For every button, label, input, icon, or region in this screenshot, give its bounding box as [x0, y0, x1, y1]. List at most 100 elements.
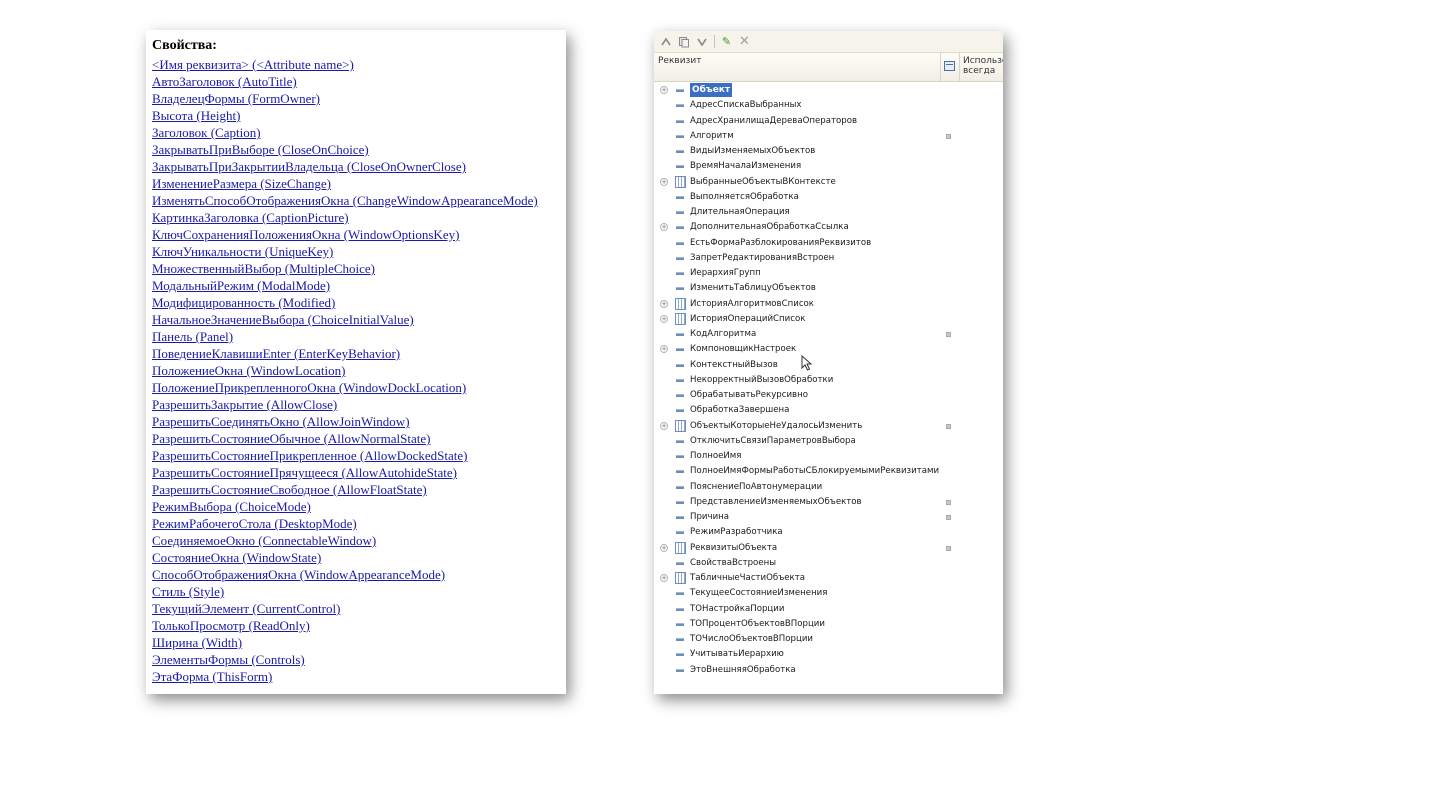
tree-row[interactable]: ПояснениеПоАвтонумерации: [654, 480, 1003, 495]
tree-row[interactable]: ЕстьФормаРазблокированияРеквизитов: [654, 236, 1003, 251]
property-link[interactable]: ВладелецФормы (FormOwner): [152, 91, 320, 106]
property-link[interactable]: РежимРабочегоСтола (DesktopMode): [152, 516, 357, 531]
property-link[interactable]: МножественныйВыбор (MultipleChoice): [152, 261, 375, 276]
property-link[interactable]: ТолькоПросмотр (ReadOnly): [152, 618, 310, 633]
property-link[interactable]: ПоведениеКлавишиEnter (EnterKeyBehavior): [152, 346, 400, 361]
property-link[interactable]: РежимВыбора (ChoiceMode): [152, 499, 311, 514]
property-link[interactable]: СоединяемоеОкно (ConnectableWindow): [152, 533, 376, 548]
tree-row[interactable]: + КомпоновщикНастроек: [654, 342, 1003, 357]
property-link[interactable]: РазрешитьСоединятьОкно (AllowJoinWindow): [152, 414, 410, 429]
tree-row[interactable]: ТекущееСостояниеИзменения: [654, 586, 1003, 601]
delete-icon[interactable]: ✕: [736, 33, 753, 50]
tree-row[interactable]: ЗапретРедактированияВстроен: [654, 251, 1003, 266]
tree-row[interactable]: ОбрабатыватьРекурсивно: [654, 388, 1003, 403]
tree-row[interactable]: Причина: [654, 510, 1003, 525]
property-link[interactable]: РазрешитьЗакрытие (AllowClose): [152, 397, 337, 412]
property-link[interactable]: Стиль (Style): [152, 584, 224, 599]
property-link[interactable]: СостояниеОкна (WindowState): [152, 550, 321, 565]
expand-icon[interactable]: +: [660, 345, 668, 354]
column-separator[interactable]: [940, 53, 941, 81]
property-link[interactable]: Заголовок (Caption): [152, 125, 261, 140]
copy-icon[interactable]: [675, 33, 692, 50]
property-link[interactable]: АвтоЗаголовок (AutoTitle): [152, 74, 297, 89]
property-link[interactable]: Высота (Height): [152, 108, 240, 123]
property-link[interactable]: КлючСохраненияПоложенияОкна (WindowOptio…: [152, 227, 459, 242]
property-link[interactable]: Модифицированность (Modified): [152, 295, 335, 310]
tree-row[interactable]: КодАлгоритма: [654, 327, 1003, 342]
property-link[interactable]: ТекущийЭлемент (CurrentControl): [152, 601, 340, 616]
property-link[interactable]: КартинкаЗаголовка (CaptionPicture): [152, 210, 349, 225]
tree-row[interactable]: + ДополнительнаяОбработкаСсылка: [654, 220, 1003, 235]
expand-icon[interactable]: +: [660, 574, 668, 582]
property-link[interactable]: НачальноеЗначениеВыбора (ChoiceInitialVa…: [152, 312, 414, 327]
tree-row[interactable]: ОбработкаЗавершена: [654, 403, 1003, 418]
property-link[interactable]: СпособОтображенияОкна (WindowAppearanceM…: [152, 567, 445, 582]
tree-row[interactable]: НекорректныйВызовОбработки: [654, 373, 1003, 388]
tree-row[interactable]: ТОПроцентОбъектовВПорции: [654, 617, 1003, 632]
tree-row[interactable]: ВремяНачалаИзменения: [654, 159, 1003, 174]
tree-row[interactable]: ВыполняетсяОбработка: [654, 190, 1003, 205]
tree-row[interactable]: ПредставлениеИзменяемыхОбъектов: [654, 495, 1003, 510]
tree-row[interactable]: + ВыбранныеОбъектыВКонтексте: [654, 175, 1003, 190]
property-link[interactable]: ПоложениеПрикрепленногоОкна (WindowDockL…: [152, 380, 466, 395]
tree-row[interactable]: + Объект: [654, 83, 1003, 98]
tree-row[interactable]: + РеквизитыОбъекта: [654, 541, 1003, 556]
expand-icon[interactable]: +: [660, 223, 668, 232]
use-always-checkbox[interactable]: [946, 499, 951, 505]
tree-row[interactable]: + ОбъектыКоторыеНеУдалосьИзменить: [654, 419, 1003, 434]
property-link[interactable]: ЗакрыватьПриЗакрытииВладельца (CloseOnOw…: [152, 159, 466, 174]
tree-row[interactable]: ТОНастройкаПорции: [654, 602, 1003, 617]
column-separator[interactable]: [959, 53, 960, 81]
use-always-checkbox[interactable]: [946, 545, 951, 551]
property-link[interactable]: ИзменениеРазмера (SizeChange): [152, 176, 331, 191]
tree-row[interactable]: ДлительнаяОперация: [654, 205, 1003, 220]
property-link[interactable]: ИзменятьСпособОтображенияОкна (ChangeWin…: [152, 193, 538, 208]
property-link[interactable]: Панель (Panel): [152, 329, 233, 344]
use-always-checkbox[interactable]: [946, 133, 951, 139]
move-down-icon[interactable]: [693, 33, 710, 50]
tree-row[interactable]: КонтекстныйВызов: [654, 358, 1003, 373]
expand-icon[interactable]: +: [660, 86, 668, 94]
tree-row[interactable]: + ИсторияОперацийСписок: [654, 312, 1003, 327]
tree-row[interactable]: ИерархияГрупп: [654, 266, 1003, 281]
tree-row[interactable]: ТОЧислоОбъектовВПорции: [654, 632, 1003, 647]
property-link[interactable]: РазрешитьСостояниеПрячущееся (AllowAutoh…: [152, 465, 457, 480]
expand-icon[interactable]: +: [660, 177, 668, 186]
use-always-checkbox[interactable]: [946, 332, 951, 337]
property-link[interactable]: ЗакрыватьПриВыборе (CloseOnChoice): [152, 142, 369, 157]
property-link[interactable]: РазрешитьСостояниеСвободное (AllowFloatS…: [152, 482, 427, 497]
column-use-always-header[interactable]: Использо всегда: [963, 56, 1003, 76]
edit-icon[interactable]: ✎: [718, 33, 735, 50]
tree-row[interactable]: ПолноеИмяФормыРаботыСБлокируемымиРеквизи…: [654, 464, 1003, 479]
tree-row[interactable]: ОтключитьСвязиПараметровВыбора: [654, 434, 1003, 449]
use-always-checkbox[interactable]: [946, 515, 951, 520]
tree-row[interactable]: + ТабличныеЧастиОбъекта: [654, 571, 1003, 586]
move-up-icon[interactable]: [657, 33, 674, 50]
property-link[interactable]: ПоложениеОкна (WindowLocation): [152, 363, 345, 378]
property-link[interactable]: Ширина (Width): [152, 635, 242, 650]
tree-row[interactable]: ИзменитьТаблицуОбъектов: [654, 281, 1003, 296]
property-link[interactable]: КлючУникальности (UniqueKey): [152, 244, 333, 259]
tree-row[interactable]: Алгоритм: [654, 129, 1003, 144]
property-link[interactable]: ЭлементыФормы (Controls): [152, 652, 305, 667]
column-attribute-header[interactable]: Реквизит: [658, 56, 701, 66]
tree-row[interactable]: АдресСпискаВыбранных: [654, 98, 1003, 113]
property-link[interactable]: МодальныйРежим (ModalMode): [152, 278, 330, 293]
property-link[interactable]: ЭтаФорма (ThisForm): [152, 669, 272, 684]
property-link[interactable]: РазрешитьСостояниеОбычное (AllowNormalSt…: [152, 431, 430, 446]
tree-row[interactable]: ЭтоВнешняяОбработка: [654, 663, 1003, 678]
property-link[interactable]: РазрешитьСостояниеПрикрепленное (AllowDo…: [152, 448, 468, 463]
expand-icon[interactable]: +: [660, 314, 668, 323]
tree-row[interactable]: АдресХранилищаДереваОператоров: [654, 114, 1003, 129]
property-link[interactable]: <Имя реквизита> (<Attribute name>): [152, 57, 354, 72]
tree-row[interactable]: РежимРазработчика: [654, 525, 1003, 540]
tree-row[interactable]: УчитыватьИерархию: [654, 647, 1003, 662]
expand-icon[interactable]: +: [660, 299, 668, 308]
use-always-checkbox[interactable]: [946, 423, 951, 429]
tree-row[interactable]: ВидыИзменяемыхОбъектов: [654, 144, 1003, 159]
tree-row[interactable]: СвойстваВстроены: [654, 556, 1003, 571]
expand-icon[interactable]: +: [660, 421, 668, 430]
tree-row[interactable]: + ИсторияАлгоритмовСписок: [654, 297, 1003, 312]
expand-icon[interactable]: +: [660, 543, 668, 552]
tree-row[interactable]: ПолноеИмя: [654, 449, 1003, 464]
